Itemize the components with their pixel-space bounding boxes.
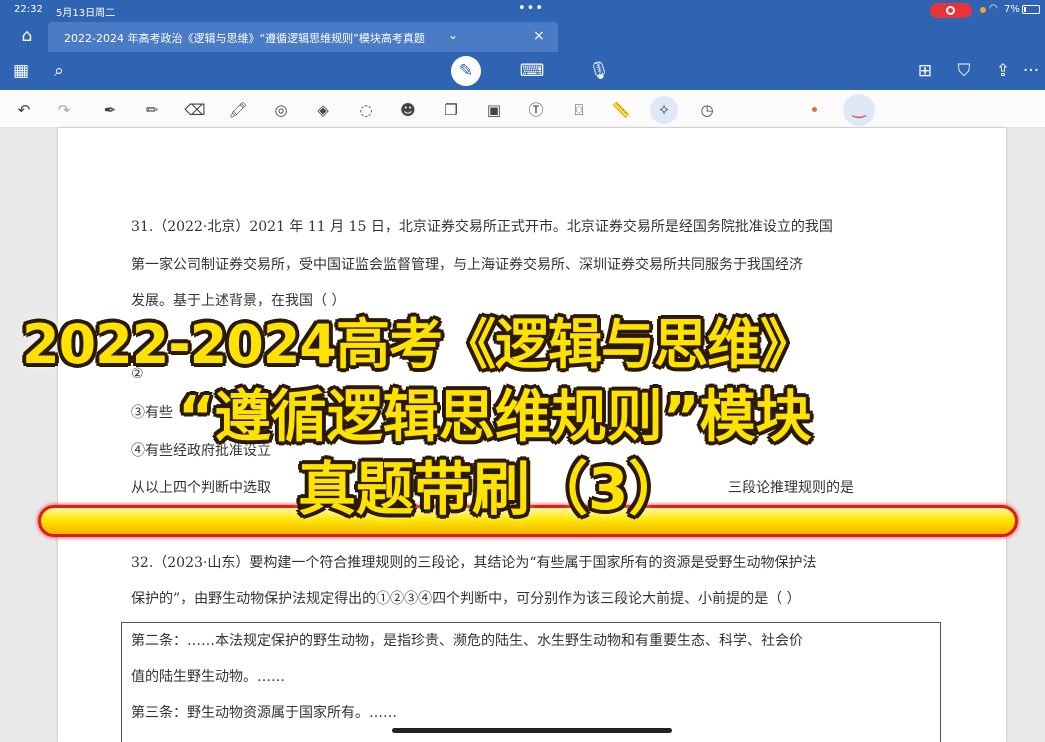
- bookmark-icon[interactable]: ⛉: [951, 58, 977, 84]
- clause2-line2: 值的陆生野生动物。……: [131, 669, 285, 685]
- curve-tool-icon[interactable]: ‿: [843, 94, 875, 126]
- laser-icon[interactable]: ✧: [650, 96, 678, 124]
- share-icon[interactable]: ⇪: [990, 58, 1016, 84]
- q31-tail-left: 从以上四个判断中选取: [131, 480, 271, 496]
- timer-icon[interactable]: ◷: [695, 98, 719, 122]
- pen-icon[interactable]: ✎: [451, 56, 481, 86]
- pen-tool-icon[interactable]: ✒: [98, 98, 122, 122]
- top-bar: 22:32 5月13日周二 ••• ◠ 7% ⌂ 2022-2024 年高考政治…: [0, 0, 1045, 52]
- indicator-dot-icon: [980, 7, 986, 13]
- sticker-icon[interactable]: ☻: [396, 98, 420, 122]
- status-time: 22:32: [14, 4, 43, 15]
- screen-record-icon[interactable]: [930, 3, 972, 18]
- text-icon[interactable]: Ⓣ: [524, 98, 548, 122]
- overlay-title-line2: “遵循逻辑思维规则”模块: [178, 385, 812, 450]
- ruler-icon[interactable]: 📏: [609, 98, 633, 122]
- q32-line2: 保护的”，由野生动物保护法规定得出的①②③④四个判断中，可分别作为该三段论大前提…: [131, 591, 801, 607]
- chevron-down-icon[interactable]: ⌄: [448, 28, 458, 42]
- q31-line1: 31.（2022·北京）2021 年 11 月 15 日，北京证券交易所正式开市…: [131, 219, 833, 235]
- home-indicator[interactable]: [392, 728, 672, 733]
- microphone-icon[interactable]: 🎙: [586, 58, 612, 84]
- pencil-icon[interactable]: ✏: [140, 98, 164, 122]
- battery-percent: 7%: [1004, 4, 1020, 15]
- comment-icon[interactable]: ◌: [354, 98, 378, 122]
- lasso-icon[interactable]: ◎: [269, 98, 293, 122]
- color-dot-icon[interactable]: [812, 107, 817, 112]
- tools-toolbar: ↶ ↷ ✒ ✏ ⌫ 🖍 ◎ ◈ ◌ ☻ ❐ ▣ Ⓣ ⌼ 📏 ✧ ◷: [0, 90, 1045, 128]
- copy-icon[interactable]: ❐: [439, 98, 463, 122]
- battery-icon: [1022, 5, 1040, 14]
- clause2-line1: 第二条：……本法规定保护的野生动物，是指珍贵、濒危的陆生、水生野生动物和有重要生…: [131, 633, 803, 649]
- undo-icon[interactable]: ↶: [12, 98, 36, 122]
- option-3: ③有些: [131, 405, 173, 421]
- wifi-icon: ◠: [989, 3, 998, 14]
- tab-document[interactable]: 2022-2024 年高考政治《逻辑与思维》“遵循逻辑思维规则”模块高考真题 ⌄…: [48, 22, 558, 52]
- overlay-title-line3: 真题带刷（3）: [298, 455, 687, 523]
- status-date: 5月13日周二: [56, 8, 116, 19]
- document-tab-title: 2022-2024 年高考政治《逻辑与思维》“遵循逻辑思维规则”模块高考真题: [64, 32, 425, 45]
- q32-line1: 32.（2023·山东）要构建一个符合推理规则的三段论，其结论为“有些属于国家所…: [131, 555, 817, 571]
- image-icon[interactable]: ▣: [482, 98, 506, 122]
- q31-line2: 第一家公司制证券交易所，受中国证监会监督管理，与上海证券交易所、深圳证券交易所共…: [131, 257, 803, 273]
- search-icon[interactable]: ⌕: [46, 58, 72, 84]
- keyboard-icon[interactable]: ⌨: [519, 58, 545, 84]
- grid-icon[interactable]: ▦: [8, 58, 34, 84]
- q31-tail-right: 三段论推理规则的是: [728, 480, 854, 496]
- camera-icon[interactable]: ⌼: [567, 98, 591, 122]
- redo-icon[interactable]: ↷: [52, 98, 76, 122]
- close-icon[interactable]: ×: [533, 28, 545, 44]
- main-toolbar: ▦ ⌕ ✎ ⌨ 🎙 ⊞ ⛉ ⇪ ···: [0, 52, 1045, 90]
- more-icon[interactable]: ···: [1018, 58, 1044, 84]
- clause3-line: 第三条：野生动物资源属于国家所有。……: [131, 705, 397, 721]
- overlay-title-line1: 2022-2024高考《逻辑与思维》: [22, 313, 814, 376]
- shapes-icon[interactable]: ◈: [311, 98, 335, 122]
- status-bar: 22:32 5月13日周二 ••• ◠ 7%: [0, 0, 1045, 20]
- home-icon[interactable]: ⌂: [10, 22, 44, 50]
- highlighter-icon[interactable]: 🖍: [226, 98, 250, 122]
- add-page-icon[interactable]: ⊞: [912, 58, 938, 84]
- eraser-icon[interactable]: ⌫: [183, 98, 207, 122]
- multitask-dots-icon[interactable]: •••: [518, 1, 544, 16]
